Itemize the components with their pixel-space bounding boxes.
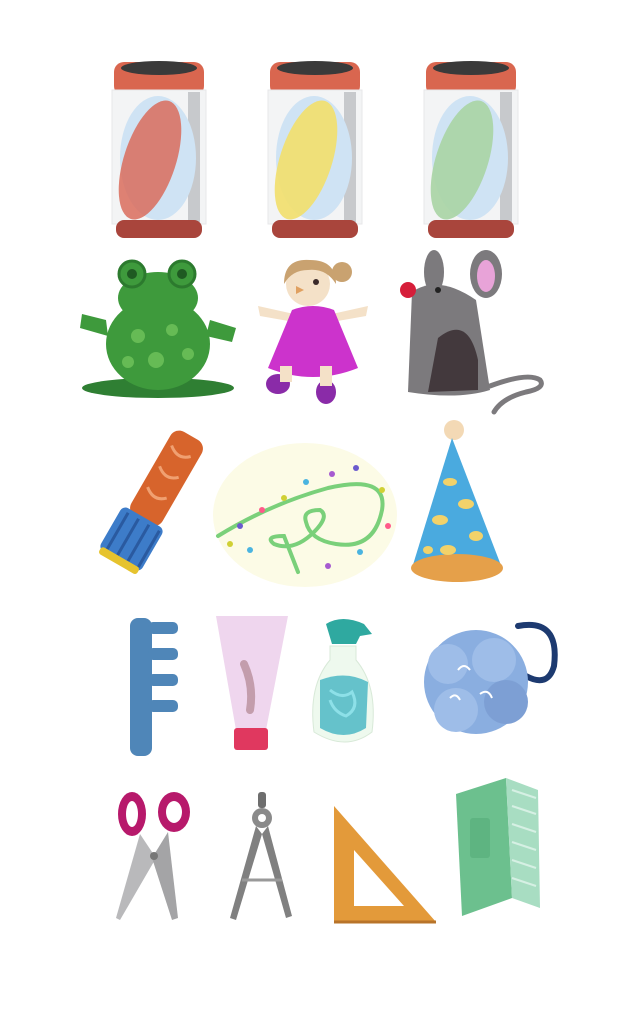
soda-can-red (108, 58, 210, 244)
doll-icon (258, 259, 368, 404)
frog-icon (80, 259, 236, 398)
comb (128, 616, 184, 758)
bath-pouf (414, 620, 562, 748)
set-square (330, 802, 440, 926)
party-hat (406, 418, 506, 588)
mouse-icon (400, 250, 544, 415)
sparkle-garland (210, 440, 400, 590)
scissors (112, 790, 196, 924)
popper-icon (99, 430, 203, 574)
soda-can-yellow (264, 58, 366, 244)
mouse-toy (398, 250, 546, 416)
book-icon (456, 778, 540, 916)
pouf-icon (424, 621, 558, 734)
tube-icon (216, 616, 288, 750)
party-popper (94, 424, 214, 576)
soda-can-green (420, 58, 522, 244)
party-hat-icon (411, 420, 503, 582)
soap-bottle (306, 614, 380, 754)
object-gallery (0, 0, 635, 1027)
set-square-icon (334, 806, 436, 924)
doll-toy (254, 254, 372, 408)
can-icon (423, 61, 519, 238)
scissors-icon (116, 792, 190, 920)
compass (224, 790, 298, 922)
comb-icon (130, 618, 178, 756)
can-icon (111, 61, 207, 238)
bottle-icon (312, 619, 374, 743)
cream-tube (214, 614, 290, 754)
frog-toy (76, 256, 240, 402)
can-icon (267, 61, 363, 238)
book (452, 776, 544, 918)
compass-icon (230, 792, 292, 920)
garland-icon (213, 443, 397, 587)
